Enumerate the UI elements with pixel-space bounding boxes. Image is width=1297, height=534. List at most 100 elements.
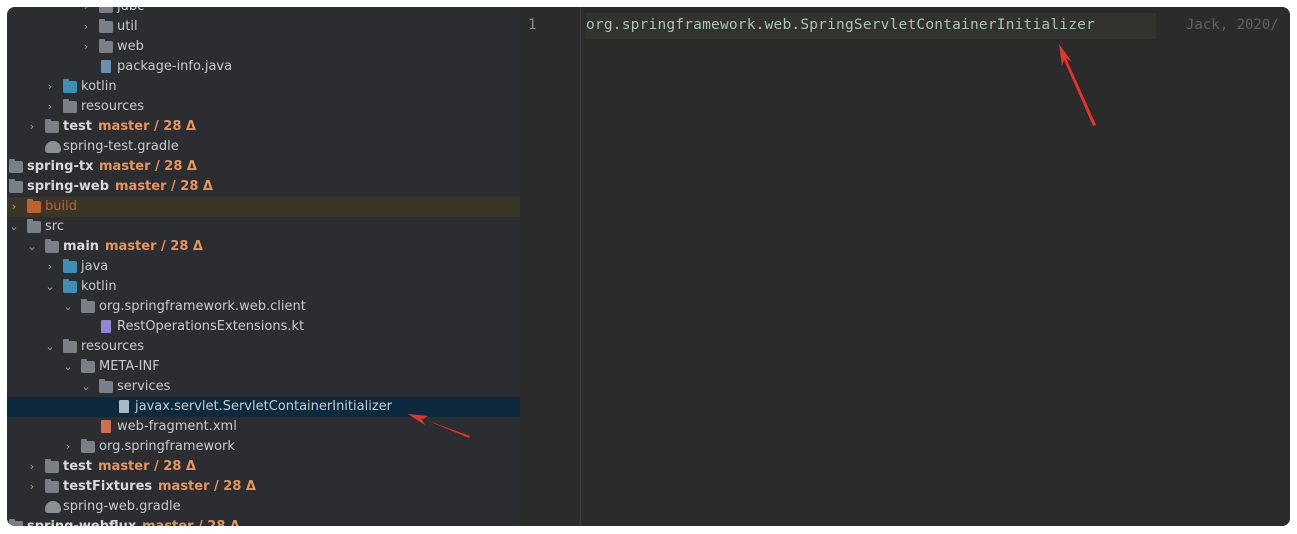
folder-icon: [45, 119, 59, 133]
git-branch-badge: master / 28 Δ: [158, 479, 256, 494]
tree-item-label: jdbc: [117, 7, 144, 17]
editor-pane[interactable]: 1 org.springframework.web.SpringServletC…: [520, 7, 1290, 526]
chevron-right-icon[interactable]: ›: [45, 77, 55, 97]
tree-item-label: META-INF: [99, 359, 160, 374]
chevron-right-icon[interactable]: ›: [81, 17, 91, 37]
tree-item[interactable]: › org.springframework: [7, 437, 520, 457]
chevron-right-icon[interactable]: ›: [27, 457, 37, 477]
folder-icon: [9, 179, 23, 193]
folder-icon: [45, 239, 59, 253]
gradle-icon: [45, 501, 61, 513]
tree-item-label: services: [117, 379, 171, 394]
line-number: 1: [528, 17, 537, 33]
tree-item-label: spring-web.gradle: [63, 499, 181, 514]
tree-item-label: spring-test.gradle: [63, 139, 179, 154]
tree-item-label: kotlin: [81, 279, 117, 294]
folder-icon: [81, 299, 95, 313]
tree-item[interactable]: › test master / 28 Δ: [7, 117, 520, 137]
tree-item-label: resources: [81, 99, 145, 114]
tree-item[interactable]: spring-web.gradle: [7, 497, 520, 517]
tree-item[interactable]: ›spring-txmaster / 28 Δ: [7, 157, 520, 177]
tree-item-label: spring-webflux: [27, 517, 136, 526]
folder-icon: [99, 39, 113, 53]
tree-item-label: java: [81, 259, 109, 274]
chevron-down-icon[interactable]: ⌄: [45, 277, 55, 297]
tree-item[interactable]: ›spring-webfluxmaster / 28 Δ: [7, 517, 520, 526]
chevron-right-icon[interactable]: ›: [27, 477, 37, 497]
folder-icon: [63, 259, 77, 273]
tree-item-label: web-fragment.xml: [117, 419, 237, 434]
folder-icon: [63, 339, 77, 353]
folder-icon: [99, 7, 113, 13]
tree-item[interactable]: ⌄ org.springframework.web.client: [7, 297, 520, 317]
folder-icon: [45, 479, 59, 493]
chevron-down-icon[interactable]: ⌄: [9, 217, 19, 237]
chevron-down-icon[interactable]: ⌄: [27, 237, 37, 257]
folder-icon: [99, 379, 113, 393]
git-branch-badge: master / 28 Δ: [98, 459, 196, 474]
tree-item[interactable]: › web: [7, 37, 520, 57]
tree-item[interactable]: spring-test.gradle: [7, 137, 520, 157]
chevron-right-icon[interactable]: ›: [45, 257, 55, 277]
tree-item[interactable]: › java: [7, 257, 520, 277]
tree-item[interactable]: package-info.java: [7, 57, 520, 77]
tree-item-label: org.springframework.web.client: [99, 299, 306, 314]
tree-item[interactable]: ⌄spring-webmaster / 28 Δ: [7, 177, 520, 197]
chevron-down-icon[interactable]: ⌄: [63, 357, 73, 377]
tree-item[interactable]: › util: [7, 17, 520, 37]
tree-item[interactable]: RestOperationsExtensions.kt: [7, 317, 520, 337]
tree-item-label: spring-tx: [27, 159, 94, 174]
tree-item-label: src: [45, 219, 64, 234]
chevron-right-icon[interactable]: ›: [9, 197, 19, 217]
line-gutter: 1: [520, 7, 581, 526]
folder-icon: [45, 459, 59, 473]
tree-item[interactable]: ⌄ META-INF: [7, 357, 520, 377]
chevron-right-icon[interactable]: ›: [81, 37, 91, 57]
git-branch-badge: master / 28 Δ: [99, 159, 197, 174]
folder-icon: [27, 199, 41, 213]
git-branch-badge: master / 28 Δ: [105, 239, 203, 254]
tree-item-label: test: [63, 119, 92, 134]
chevron-down-icon[interactable]: ⌄: [63, 297, 73, 317]
tree-item[interactable]: › jdbc: [7, 7, 520, 17]
tree-item[interactable]: › testFixtures master / 28 Δ: [7, 477, 520, 497]
tree-item[interactable]: › resources: [7, 97, 520, 117]
tree-item-label: testFixtures: [63, 479, 153, 494]
gradle-icon: [45, 141, 61, 153]
tree-item-label: kotlin: [81, 79, 117, 94]
tree-item-label: resources: [81, 339, 145, 354]
tree-item[interactable]: › build: [7, 197, 520, 217]
code-line[interactable]: org.springframework.web.SpringServletCon…: [586, 17, 1095, 33]
tree-item[interactable]: › kotlin: [7, 77, 520, 97]
chevron-right-icon[interactable]: ›: [63, 437, 73, 457]
tree-item-label: util: [117, 19, 138, 34]
tree-item[interactable]: javax.servlet.ServletContainerInitialize…: [7, 397, 520, 417]
tree-item-label: main: [63, 239, 100, 254]
git-blame-annotation: Jack, 2020/: [1186, 17, 1279, 33]
file-icon: [101, 420, 111, 433]
tree-item[interactable]: ⌄ resources: [7, 337, 520, 357]
tree-item[interactable]: ⌄ main master / 28 Δ: [7, 237, 520, 257]
tree-item[interactable]: › test master / 28 Δ: [7, 457, 520, 477]
file-icon: [119, 400, 129, 413]
tree-item-label: package-info.java: [117, 59, 233, 74]
ide-window: › jdbc › util › web package-info.java › kotlin › r…: [7, 7, 1290, 526]
chevron-right-icon[interactable]: ›: [45, 97, 55, 117]
chevron-right-icon[interactable]: ›: [27, 117, 37, 137]
chevron-right-icon[interactable]: ›: [81, 7, 91, 17]
folder-icon: [63, 99, 77, 113]
folder-icon: [81, 439, 95, 453]
tree-item[interactable]: ⌄ services: [7, 377, 520, 397]
folder-icon: [9, 159, 23, 173]
file-icon: [101, 60, 111, 73]
tree-item[interactable]: ⌄ kotlin: [7, 277, 520, 297]
chevron-down-icon[interactable]: ⌄: [45, 337, 55, 357]
project-tree[interactable]: › jdbc › util › web package-info.java › kotlin › r…: [7, 7, 520, 526]
tree-item-label: test: [63, 459, 92, 474]
folder-icon: [99, 19, 113, 33]
tree-item-label: RestOperationsExtensions.kt: [117, 319, 305, 334]
folder-icon: [81, 359, 95, 373]
tree-item[interactable]: ⌄ src: [7, 217, 520, 237]
tree-item-label: org.springframework: [99, 439, 235, 454]
chevron-down-icon[interactable]: ⌄: [81, 377, 91, 397]
